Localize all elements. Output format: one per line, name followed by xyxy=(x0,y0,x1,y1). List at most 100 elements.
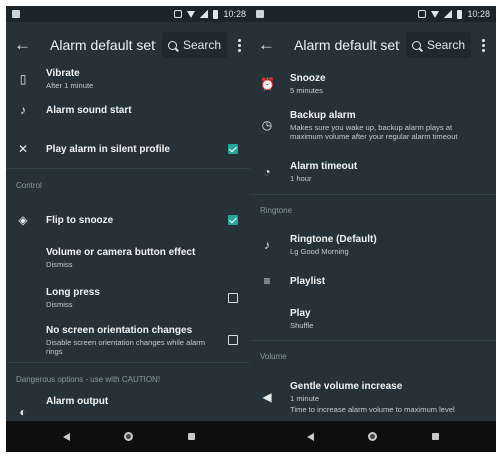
right-screen: 10:28 ← Alarm default sett… Search ⏰ Sno… xyxy=(250,6,496,452)
search-label: Search xyxy=(427,38,466,52)
setting-title: No screen orientation changes xyxy=(46,324,193,336)
playlist-icon: ≡ xyxy=(263,274,271,288)
setting-title: Long press xyxy=(46,287,100,298)
clock-icon: ◷ xyxy=(261,118,273,132)
setting-title: Playlist xyxy=(290,275,326,287)
setting-title: Snooze xyxy=(290,73,326,84)
notification-icon xyxy=(12,10,20,18)
notification-icon xyxy=(256,10,264,18)
section-header-ringtone: Ringtone xyxy=(250,194,496,226)
setting-title: Alarm timeout xyxy=(290,161,358,172)
setting-alarm-output[interactable]: ◐ Alarm output xyxy=(6,396,252,420)
wifi-icon xyxy=(431,10,440,18)
setting-subtitle: Dismiss xyxy=(46,260,73,269)
back-arrow-icon[interactable]: ← xyxy=(258,35,282,55)
app-bar: ← Alarm default sett… Search xyxy=(250,22,496,68)
setting-backup-alarm[interactable]: ◷ Backup alarm Makes sure you wake up, b… xyxy=(250,100,496,150)
setting-alarm-timeout[interactable]: ◔ Alarm timeout 1 hour xyxy=(250,150,496,194)
search-icon xyxy=(168,40,177,50)
more-options-icon[interactable] xyxy=(479,38,488,52)
status-time: 10:28 xyxy=(223,9,246,19)
volume-mute-icon: ✕ xyxy=(17,142,29,156)
speaker-icon: ◐ xyxy=(19,405,27,419)
section-header-volume: Volume xyxy=(250,340,496,372)
nav-home-icon[interactable] xyxy=(368,432,378,441)
setting-title: Flip to snooze xyxy=(46,214,114,226)
silent-profile-checkbox[interactable] xyxy=(228,144,238,154)
setting-flip-to-snooze[interactable]: ◈ Flip to snooze xyxy=(6,202,252,238)
settings-list: ⏰ Snooze 5 minutes ◷ Backup alarm Makes … xyxy=(250,68,496,421)
nav-back-icon[interactable] xyxy=(63,432,71,441)
nav-back-icon[interactable] xyxy=(307,432,315,441)
signal-icon xyxy=(444,10,453,18)
setting-snooze[interactable]: ⏰ Snooze 5 minutes xyxy=(250,68,496,100)
volume-up-icon: ◀ xyxy=(262,390,272,404)
vibrate-status-icon xyxy=(418,10,427,18)
snooze-clock-icon: ⏰ xyxy=(260,77,275,91)
left-screen: 10:28 ← Alarm default sett… Search ▯ Vib… xyxy=(6,6,252,452)
setting-vibrate[interactable]: ▯ Vibrate After 1 minute xyxy=(6,68,252,90)
flip-to-snooze-checkbox[interactable] xyxy=(228,215,238,225)
app-bar: ← Alarm default sett… Search xyxy=(6,22,252,68)
navigation-bar xyxy=(250,421,496,452)
setting-subtitle: Dismiss xyxy=(46,300,73,309)
long-press-checkbox[interactable] xyxy=(228,293,238,303)
setting-subtitle: 1 minute xyxy=(290,393,320,403)
rotate-icon: ◈ xyxy=(18,213,28,227)
setting-subtitle: Shuffle xyxy=(290,321,314,330)
setting-subtitle: 1 hour xyxy=(290,174,312,183)
setting-subtitle: Makes sure you wake up, backup alarm pla… xyxy=(290,122,458,141)
more-options-icon[interactable] xyxy=(235,38,244,52)
music-note-icon: ♪ xyxy=(264,238,270,252)
setting-volume-camera-button[interactable]: Volume or camera button effect Dismiss xyxy=(6,238,252,278)
setting-subtitle: Disable screen orientation changes while… xyxy=(46,337,206,356)
setting-title: Backup alarm xyxy=(290,109,356,121)
battery-icon xyxy=(457,9,463,19)
status-bar: 10:28 xyxy=(250,6,496,22)
signal-icon xyxy=(200,10,209,18)
setting-subtitle: Lg Good Morning xyxy=(290,247,349,256)
setting-no-orientation-changes[interactable]: No screen orientation changes Disable sc… xyxy=(6,318,252,362)
setting-subtitle: 5 minutes xyxy=(290,86,323,95)
setting-play[interactable]: Play Shuffle xyxy=(250,298,496,340)
setting-subtitle: After 1 minute xyxy=(46,81,94,90)
setting-subtitle-secondary: Time to increase alarm volume to maximum… xyxy=(290,404,455,414)
vibrate-icon: ▯ xyxy=(19,72,27,86)
setting-long-press[interactable]: Long press Dismiss xyxy=(6,278,252,318)
setting-title: Gentle volume increase xyxy=(290,380,403,392)
search-icon xyxy=(412,40,421,50)
setting-title: Ringtone (Default) xyxy=(290,234,377,245)
wifi-icon xyxy=(187,10,196,18)
page-title: Alarm default sett… xyxy=(50,37,156,53)
status-time: 10:28 xyxy=(467,9,490,19)
search-button[interactable]: Search xyxy=(162,32,228,58)
timer-icon: ◔ xyxy=(263,165,271,179)
nav-recents-icon[interactable] xyxy=(187,433,195,440)
orientation-checkbox[interactable] xyxy=(228,335,238,345)
setting-title: Alarm output xyxy=(46,396,109,407)
status-bar: 10:28 xyxy=(6,6,252,22)
search-button[interactable]: Search xyxy=(406,32,472,58)
battery-icon xyxy=(213,9,219,19)
section-header-dangerous: Dangerous options - use with CAUTION! xyxy=(6,362,252,396)
nav-home-icon[interactable] xyxy=(124,432,134,441)
setting-playlist[interactable]: ≡ Playlist xyxy=(250,264,496,298)
page-title: Alarm default sett… xyxy=(294,37,400,53)
settings-list: ▯ Vibrate After 1 minute ♪ Alarm sound s… xyxy=(6,68,252,421)
vibrate-status-icon xyxy=(174,10,183,18)
setting-title: Play xyxy=(290,308,311,319)
setting-gentle-volume[interactable]: ◀ Gentle volume increase 1 minute Time t… xyxy=(250,372,496,421)
section-header-control: Control xyxy=(6,168,252,202)
setting-title: Play alarm in silent profile xyxy=(46,143,170,155)
navigation-bar xyxy=(6,421,252,452)
music-note-icon: ♪ xyxy=(20,103,26,117)
search-label: Search xyxy=(183,38,222,52)
setting-ringtone[interactable]: ♪ Ringtone (Default) Lg Good Morning xyxy=(250,226,496,264)
back-arrow-icon[interactable]: ← xyxy=(14,35,38,55)
setting-title: Vibrate xyxy=(46,68,80,79)
setting-title: Volume or camera button effect xyxy=(46,247,196,258)
setting-title: Alarm sound start xyxy=(46,104,132,116)
nav-recents-icon[interactable] xyxy=(431,433,439,440)
setting-alarm-sound-start[interactable]: ♪ Alarm sound start xyxy=(6,90,252,130)
setting-play-in-silent[interactable]: ✕ Play alarm in silent profile xyxy=(6,130,252,168)
